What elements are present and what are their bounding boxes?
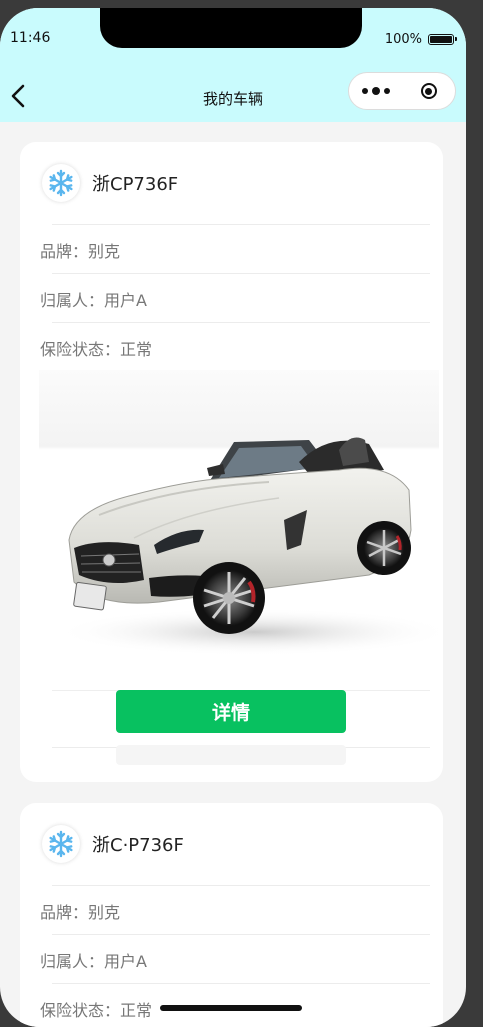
- battery-percent: 100%: [384, 32, 422, 47]
- snowflake-icon: [49, 169, 73, 197]
- mini-program-capsule: [348, 72, 456, 110]
- close-mini-program-button[interactable]: [402, 73, 455, 109]
- license-plate: 浙C·P736F: [92, 835, 184, 856]
- device-notch: [100, 8, 362, 48]
- status-time: 11:46: [10, 30, 51, 46]
- divider: [52, 983, 430, 984]
- home-indicator[interactable]: [160, 1005, 302, 1011]
- more-button[interactable]: [349, 73, 402, 109]
- sports-car-image: [54, 437, 439, 656]
- vehicle-card-header: 浙CP736F: [42, 164, 178, 202]
- target-circle-icon: [420, 83, 437, 99]
- owner-row: 归属人：用户A: [40, 952, 147, 971]
- insurance-row: 保险状态：正常: [40, 340, 153, 359]
- more-dot-right: [383, 88, 390, 94]
- owner-row: 归属人：用户A: [40, 291, 147, 310]
- brand-row: 品牌：别克: [40, 903, 121, 922]
- phone-screen: 11:46 100% 我的车辆 浙CP736F 品牌：别克 归属人：用户A 保险…: [0, 8, 466, 1027]
- license-plate: 浙CP736F: [92, 174, 179, 195]
- secondary-button[interactable]: [116, 745, 346, 765]
- divider: [52, 273, 430, 274]
- insurance-row: 保险状态：正常: [40, 1001, 153, 1020]
- detail-button[interactable]: 详情: [116, 690, 346, 733]
- battery-icon: [428, 34, 457, 45]
- vehicle-card: 浙CP736F 品牌：别克 归属人：用户A 保险状态：正常 详情: [20, 142, 443, 782]
- vehicle-avatar: [42, 164, 80, 202]
- status-battery: 100%: [384, 32, 457, 47]
- snowflake-icon: [49, 830, 73, 858]
- vehicle-avatar: [42, 825, 80, 863]
- vehicle-card: 浙C·P736F 品牌：别克 归属人：用户A 保险状态：正常: [20, 803, 443, 1027]
- brand-row: 品牌：别克: [40, 242, 121, 261]
- divider: [52, 322, 430, 323]
- vehicle-card-header: 浙C·P736F: [42, 825, 184, 863]
- divider: [52, 934, 430, 935]
- divider: [52, 224, 430, 225]
- more-dot-center: [371, 87, 380, 95]
- divider: [52, 885, 430, 886]
- more-dots-icon: [361, 88, 368, 94]
- vehicle-photo: [39, 370, 439, 676]
